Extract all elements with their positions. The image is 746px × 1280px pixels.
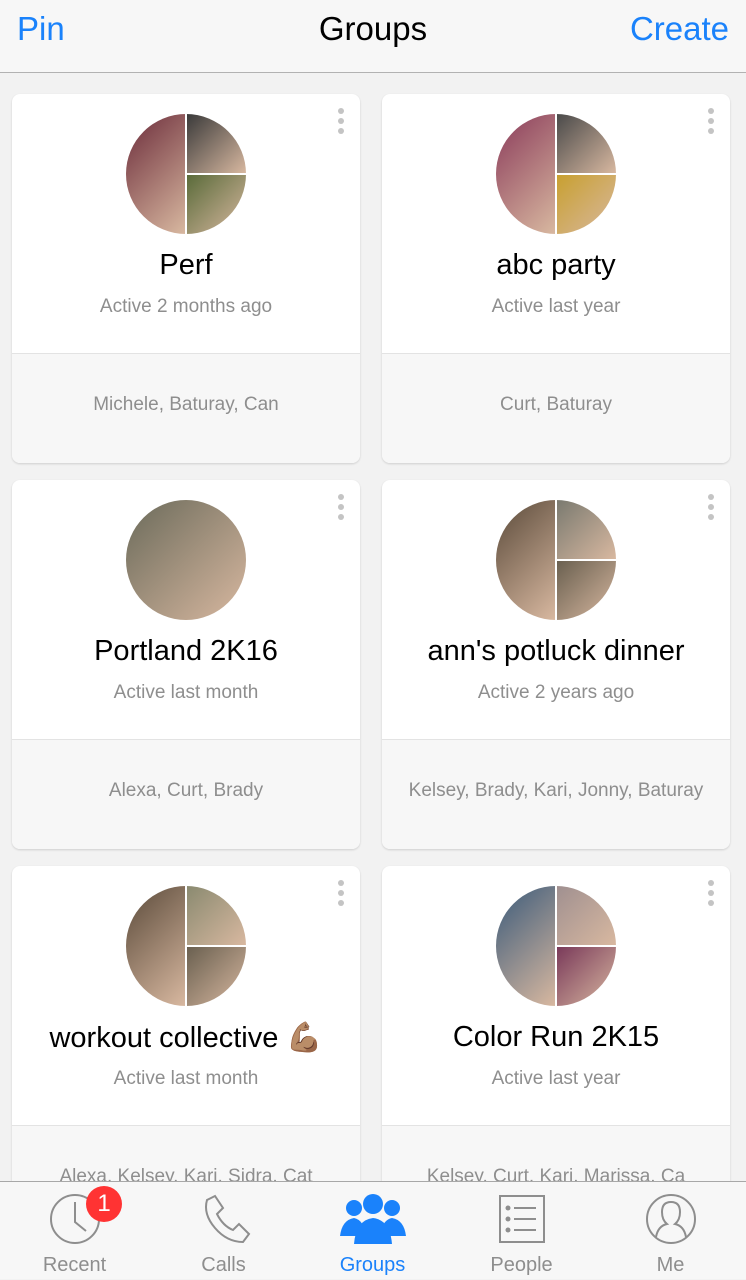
tab-label: People — [490, 1254, 553, 1276]
member-photo — [557, 500, 616, 559]
group-card[interactable]: abc party Active last year Curt, Baturay — [382, 94, 730, 463]
group-avatar — [126, 500, 246, 620]
member-photo — [557, 886, 616, 945]
tab-label: Groups — [339, 1254, 406, 1276]
group-name: workout collective 💪🏽 — [49, 1022, 323, 1054]
group-name: Color Run 2K15 — [452, 1021, 660, 1053]
groups-icon — [339, 1194, 406, 1244]
group-name: abc party — [496, 249, 616, 281]
tab-me[interactable]: Me — [596, 1182, 745, 1280]
tab-bar: 1 Recent Calls Groups People Me — [0, 1181, 746, 1279]
group-card[interactable]: workout collective 💪🏽 Active last month … — [12, 866, 360, 1235]
group-last-active: Active last year — [491, 296, 621, 317]
member-photo — [557, 175, 616, 234]
group-last-active: Active last year — [491, 1068, 621, 1089]
member-photo — [557, 561, 616, 620]
member-photo — [126, 114, 185, 234]
card-footer: Curt, Baturay — [382, 353, 730, 463]
tab-people[interactable]: People — [447, 1182, 596, 1280]
more-options-icon[interactable] — [338, 108, 344, 134]
group-name: Perf — [159, 249, 213, 281]
tab-groups[interactable]: Groups — [298, 1182, 447, 1280]
group-last-active: Active 2 months ago — [99, 296, 273, 317]
group-avatar — [126, 886, 246, 1006]
group-card[interactable]: ann's potluck dinner Active 2 years ago … — [382, 480, 730, 849]
group-name: Portland 2K16 — [94, 635, 278, 667]
tab-label: Recent — [42, 1254, 107, 1276]
group-card[interactable]: Color Run 2K15 Active last year Kelsey, … — [382, 866, 730, 1235]
create-button[interactable]: Create — [630, 10, 729, 48]
group-members: Alexa, Curt, Brady — [108, 780, 264, 801]
group-avatar — [496, 114, 616, 234]
group-avatar — [496, 886, 616, 1006]
group-members: Curt, Baturay — [500, 394, 612, 415]
member-photo — [187, 886, 246, 945]
more-options-icon[interactable] — [338, 494, 344, 520]
group-avatar — [496, 500, 616, 620]
tab-label: Me — [656, 1254, 685, 1276]
group-avatar — [126, 114, 246, 234]
more-options-icon[interactable] — [708, 880, 714, 906]
tab-label: Calls — [201, 1254, 246, 1276]
member-photo — [496, 500, 555, 620]
member-photo — [557, 114, 616, 173]
phone-icon — [204, 1194, 250, 1244]
group-card[interactable]: Perf Active 2 months ago Michele, Batura… — [12, 94, 360, 463]
group-card[interactable]: Portland 2K16 Active last month Alexa, C… — [12, 480, 360, 849]
notification-badge: 1 — [86, 1186, 122, 1222]
group-last-active: Active 2 years ago — [477, 682, 635, 703]
tab-recent[interactable]: 1 Recent — [0, 1182, 149, 1280]
more-options-icon[interactable] — [708, 494, 714, 520]
more-options-icon[interactable] — [708, 108, 714, 134]
member-photo — [496, 114, 555, 234]
nav-header: Pin Groups Create — [0, 0, 746, 73]
card-footer: Alexa, Curt, Brady — [12, 739, 360, 849]
group-members: Kelsey, Brady, Kari, Jonny, Baturay — [408, 780, 704, 801]
more-options-icon[interactable] — [338, 880, 344, 906]
group-members: Michele, Baturay, Can — [93, 394, 279, 415]
group-last-active: Active last month — [113, 1068, 259, 1089]
member-photo — [126, 886, 185, 1006]
member-photo — [187, 175, 246, 234]
person-icon — [645, 1194, 696, 1244]
member-photo — [187, 947, 246, 1006]
card-footer: Kelsey, Brady, Kari, Jonny, Baturay — [382, 739, 730, 849]
list-icon — [498, 1195, 545, 1243]
group-name: ann's potluck dinner — [427, 635, 685, 667]
member-photo — [496, 886, 555, 1006]
tab-calls[interactable]: Calls — [149, 1182, 298, 1280]
member-photo — [557, 947, 616, 1006]
member-photo — [187, 114, 246, 173]
member-photo — [126, 500, 246, 620]
group-last-active: Active last month — [113, 682, 259, 703]
card-footer: Michele, Baturay, Can — [12, 353, 360, 463]
